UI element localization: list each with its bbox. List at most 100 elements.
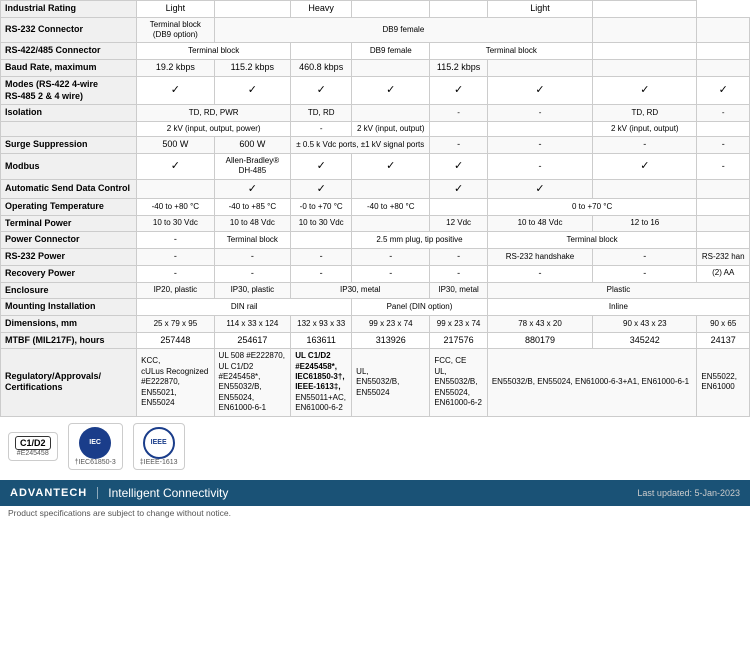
row-label: Modbus bbox=[1, 153, 137, 179]
brand-name: ADVANTECH bbox=[10, 487, 98, 499]
table-cell: UL 508 #E222870,UL C1/D2#E245458*,EN5503… bbox=[214, 349, 291, 416]
row-label: Isolation bbox=[1, 105, 137, 122]
page-wrapper: Industrial Rating Light Heavy Light RS-2… bbox=[0, 0, 750, 520]
table-cell: - bbox=[487, 265, 592, 282]
table-row: 2 kV (input, output, power) - 2 kV (inpu… bbox=[1, 121, 750, 136]
table-cell: 99 x 23 x 74 bbox=[352, 315, 430, 332]
table-cell: - bbox=[352, 249, 430, 266]
table-cell: ✓ bbox=[697, 76, 750, 104]
table-cell: 99 x 23 x 74 bbox=[430, 315, 488, 332]
table-cell: 114 x 33 x 124 bbox=[214, 315, 291, 332]
table-cell: 254617 bbox=[214, 332, 291, 349]
table-cell: - bbox=[430, 265, 488, 282]
table-cell: IP30, metal bbox=[430, 282, 488, 299]
table-cell: -40 to +80 °C bbox=[137, 199, 214, 216]
table-cell: Light bbox=[487, 1, 592, 18]
table-cell: 313926 bbox=[352, 332, 430, 349]
table-cell: - bbox=[697, 105, 750, 122]
table-cell: 12 Vdc bbox=[430, 215, 488, 232]
table-cell: 10 to 30 Vdc bbox=[291, 215, 352, 232]
row-label: Operating Temperature bbox=[1, 199, 137, 216]
table-cell: 132 x 93 x 33 bbox=[291, 315, 352, 332]
table-cell bbox=[352, 179, 430, 198]
table-cell: 10 to 30 Vdc bbox=[137, 215, 214, 232]
table-cell bbox=[291, 43, 352, 60]
table-cell: - bbox=[593, 249, 697, 266]
footer-update: Last updated: 5-Jan-2023 bbox=[637, 488, 740, 498]
table-cell: - bbox=[430, 249, 488, 266]
row-label: Surge Suppression bbox=[1, 137, 137, 154]
table-cell: 115.2 kbps bbox=[430, 60, 488, 77]
table-cell: 345242 bbox=[593, 332, 697, 349]
table-cell: DIN rail bbox=[137, 299, 352, 316]
table-cell: - bbox=[214, 249, 291, 266]
table-row: Industrial Rating Light Heavy Light bbox=[1, 1, 750, 18]
table-cell: - bbox=[291, 265, 352, 282]
table-cell: ✓ bbox=[214, 179, 291, 198]
table-cell bbox=[352, 1, 430, 18]
table-cell: Terminal block bbox=[487, 232, 697, 249]
table-cell: ± 0.5 k Vdc ports, ±1 kV signal ports bbox=[291, 137, 430, 154]
table-cell: (2) AA bbox=[697, 265, 750, 282]
table-cell bbox=[593, 60, 697, 77]
table-cell: - bbox=[697, 153, 750, 179]
table-cell: - bbox=[593, 137, 697, 154]
table-row: MTBF (MIL217F), hours 257448 254617 1636… bbox=[1, 332, 750, 349]
table-cell: Heavy bbox=[291, 1, 352, 18]
table-cell: ✓ bbox=[137, 76, 214, 104]
table-cell: 163611 bbox=[291, 332, 352, 349]
table-cell: -0 to +70 °C bbox=[291, 199, 352, 216]
table-cell bbox=[697, 215, 750, 232]
table-cell: 12 to 16 bbox=[593, 215, 697, 232]
table-cell: EN55032/B, EN55024, EN61000-6-3+A1, EN61… bbox=[487, 349, 697, 416]
cert-ul-icon: C1/D2 #E245458 bbox=[8, 432, 58, 461]
table-row: RS-232 Power - - - - - RS-232 handshake … bbox=[1, 249, 750, 266]
table-cell bbox=[291, 232, 352, 249]
table-cell: - bbox=[593, 265, 697, 282]
table-cell: - bbox=[487, 153, 592, 179]
row-label: Regulatory/Approvals/Certifications bbox=[1, 349, 137, 416]
table-cell: 2.5 mm plug, tip positive bbox=[352, 232, 488, 249]
table-cell: ✓ bbox=[593, 76, 697, 104]
cert-icons-row: C1/D2 #E245458 IEC †IEC61850-3 IEEE ‡IEE… bbox=[0, 417, 750, 476]
row-label: Baud Rate, maximum bbox=[1, 60, 137, 77]
table-row: Surge Suppression 500 W 600 W ± 0.5 k Vd… bbox=[1, 137, 750, 154]
row-label bbox=[1, 121, 137, 136]
row-label: Automatic Send Data Control bbox=[1, 179, 137, 198]
table-cell: ✓ bbox=[291, 153, 352, 179]
table-cell: - bbox=[137, 249, 214, 266]
row-label: Dimensions, mm bbox=[1, 315, 137, 332]
footer-tagline: Intelligent Connectivity bbox=[108, 486, 228, 500]
table-row: Modbus ✓ Allen-Bradley®DH-485 ✓ ✓ ✓ - ✓ … bbox=[1, 153, 750, 179]
table-cell: TD, RD, PWR bbox=[137, 105, 291, 122]
table-cell: Terminal block bbox=[137, 43, 291, 60]
table-cell: 78 x 43 x 20 bbox=[487, 315, 592, 332]
table-cell bbox=[593, 43, 697, 60]
table-cell: ✓ bbox=[291, 179, 352, 198]
table-cell: DB9 female bbox=[352, 43, 430, 60]
row-label: Mounting Installation bbox=[1, 299, 137, 316]
table-cell: 2 kV (input, output, power) bbox=[137, 121, 291, 136]
table-cell bbox=[593, 179, 697, 198]
table-cell: - bbox=[291, 249, 352, 266]
table-cell: - bbox=[697, 137, 750, 154]
table-cell: 600 W bbox=[214, 137, 291, 154]
table-cell: Light bbox=[137, 1, 214, 18]
table-cell: - bbox=[430, 137, 488, 154]
table-cell: Allen-Bradley®DH-485 bbox=[214, 153, 291, 179]
table-cell bbox=[352, 60, 430, 77]
table-cell bbox=[487, 121, 592, 136]
table-cell: 90 x 43 x 23 bbox=[593, 315, 697, 332]
table-cell: 10 to 48 Vdc bbox=[214, 215, 291, 232]
table-cell: Panel (DIN option) bbox=[352, 299, 488, 316]
table-cell: Terminal block(DB9 option) bbox=[137, 17, 214, 43]
table-cell bbox=[697, 232, 750, 249]
footer-bar: ADVANTECH Intelligent Connectivity Last … bbox=[0, 480, 750, 506]
table-row: Mounting Installation DIN rail Panel (DI… bbox=[1, 299, 750, 316]
table-row: Regulatory/Approvals/Certifications KCC,… bbox=[1, 349, 750, 416]
table-cell bbox=[697, 199, 750, 216]
table-cell: - bbox=[487, 137, 592, 154]
table-cell: - bbox=[214, 265, 291, 282]
table-cell bbox=[697, 121, 750, 136]
row-label: RS-232 Connector bbox=[1, 17, 137, 43]
